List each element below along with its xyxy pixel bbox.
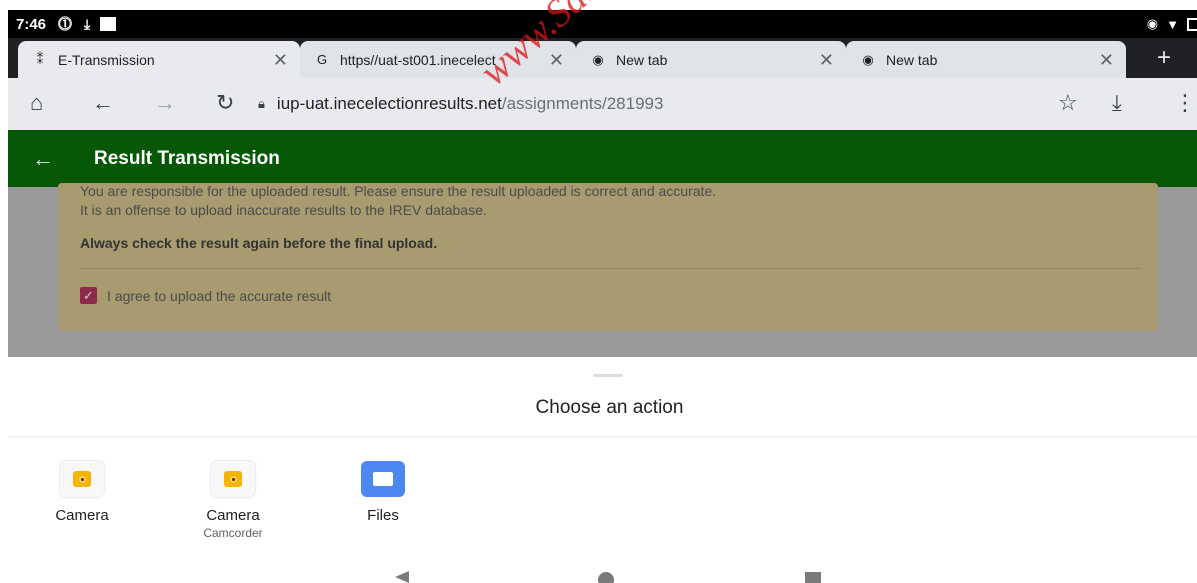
action-camcorder[interactable]: Camera Camcorder [178,461,288,540]
nav-bar [0,568,1197,583]
wifi-icon: ▼ [1166,16,1179,32]
close-icon[interactable]: ✕ [273,50,288,71]
action-label: Camera [55,507,109,524]
notice-warning: Always check the result again before the… [80,235,438,251]
tab-strip: ⁑ E-Transmission ✕ G https//uat-st001.in… [8,38,1197,78]
tab-title: E-Transmission [58,51,155,68]
tab-inec[interactable]: G https//uat-st001.inecelect ✕ [300,41,576,78]
status-bar: 7:46 ⓵ ⤓ ◉ ▼ [8,10,1197,38]
sheet-handle[interactable] [593,374,623,377]
close-icon[interactable]: ✕ [1099,50,1114,71]
sheet-title: Choose an action [535,397,684,418]
screen: 7:46 ⓵ ⤓ ◉ ▼ ⁑ E-Transmission ✕ G https/… [0,0,1197,583]
notice-line-2: It is an offense to upload inaccurate re… [80,202,487,218]
chrome-icon: ◉ [862,51,874,67]
files-icon [361,461,405,497]
page-title: Result Transmission [94,147,280,169]
nav-back-icon[interactable] [395,571,409,583]
tab-title: https//uat-st001.inecelect [340,51,496,68]
vibrate-icon: ◉ [1146,16,1159,31]
google-icon: G [316,52,328,67]
action-label: Files [367,507,399,524]
chrome-icon: ◉ [592,51,604,67]
close-icon[interactable]: ✕ [819,50,834,71]
checkbox-checked-icon[interactable]: ✓ [80,287,97,304]
download-icon[interactable]: ⤓ [1112,90,1122,116]
tab-favicon: ⁑ [36,51,44,67]
divider [80,268,1140,269]
url-path: /assignments/281993 [501,94,664,113]
camera-icon [60,461,104,497]
battery-icon [1187,17,1197,31]
notification-icon [100,17,117,31]
close-icon[interactable]: ✕ [549,50,564,71]
nav-home-icon[interactable] [598,572,614,583]
status-time: 7:46 [16,15,47,33]
app-header: ← Result Transmission [8,130,1197,187]
star-icon[interactable]: ☆ [1058,90,1078,116]
reload-icon[interactable]: ↻ [216,90,234,116]
action-camera[interactable]: Camera [27,461,137,524]
url-bar[interactable]: 🔒︎ iup-uat.inecelectionresults.net/assig… [258,87,1158,121]
action-sublabel: Camcorder [203,526,263,540]
notice-card: You are responsible for the uploaded res… [58,183,1158,331]
notice-line-1: You are responsible for the uploaded res… [80,183,717,199]
action-label: Camera [206,507,260,524]
nav-recents-icon[interactable] [805,572,821,583]
back-arrow-icon[interactable]: ← [32,146,54,172]
home-icon[interactable]: ⌂ [30,90,43,116]
tab-new-1[interactable]: ◉ New tab ✕ [576,41,846,78]
page-content: You are responsible for the uploaded res… [8,183,1197,357]
back-icon[interactable]: ← [92,90,114,116]
tab-title: New tab [886,51,938,68]
download-icon: ⤓ [84,15,91,32]
tab-new-2[interactable]: ◉ New tab ✕ [846,41,1126,78]
agree-label: I agree to upload the accurate result [107,287,332,304]
action-sheet: Choose an action Camera Camera Camcorder… [0,357,1197,583]
action-files[interactable]: Files [328,461,438,524]
forward-icon[interactable]: → [154,90,176,116]
menu-icon[interactable]: ⋮ [1174,90,1196,116]
divider [8,436,1197,437]
agree-checkbox-row[interactable]: ✓ I agree to upload the accurate result [80,287,331,304]
camcorder-icon [211,461,255,497]
alert-icon: ⓵ [58,16,73,32]
url-host: iup-uat.inecelectionresults.net [276,94,502,113]
tab-e-transmission[interactable]: ⁑ E-Transmission ✕ [18,41,300,78]
tab-title: New tab [616,51,668,68]
lock-icon: 🔒︎ [258,96,265,111]
browser-toolbar: ⌂ ← → ↻ 🔒︎ iup-uat.inecelectionresults.n… [8,78,1197,130]
new-tab-button[interactable]: + [1157,44,1171,72]
